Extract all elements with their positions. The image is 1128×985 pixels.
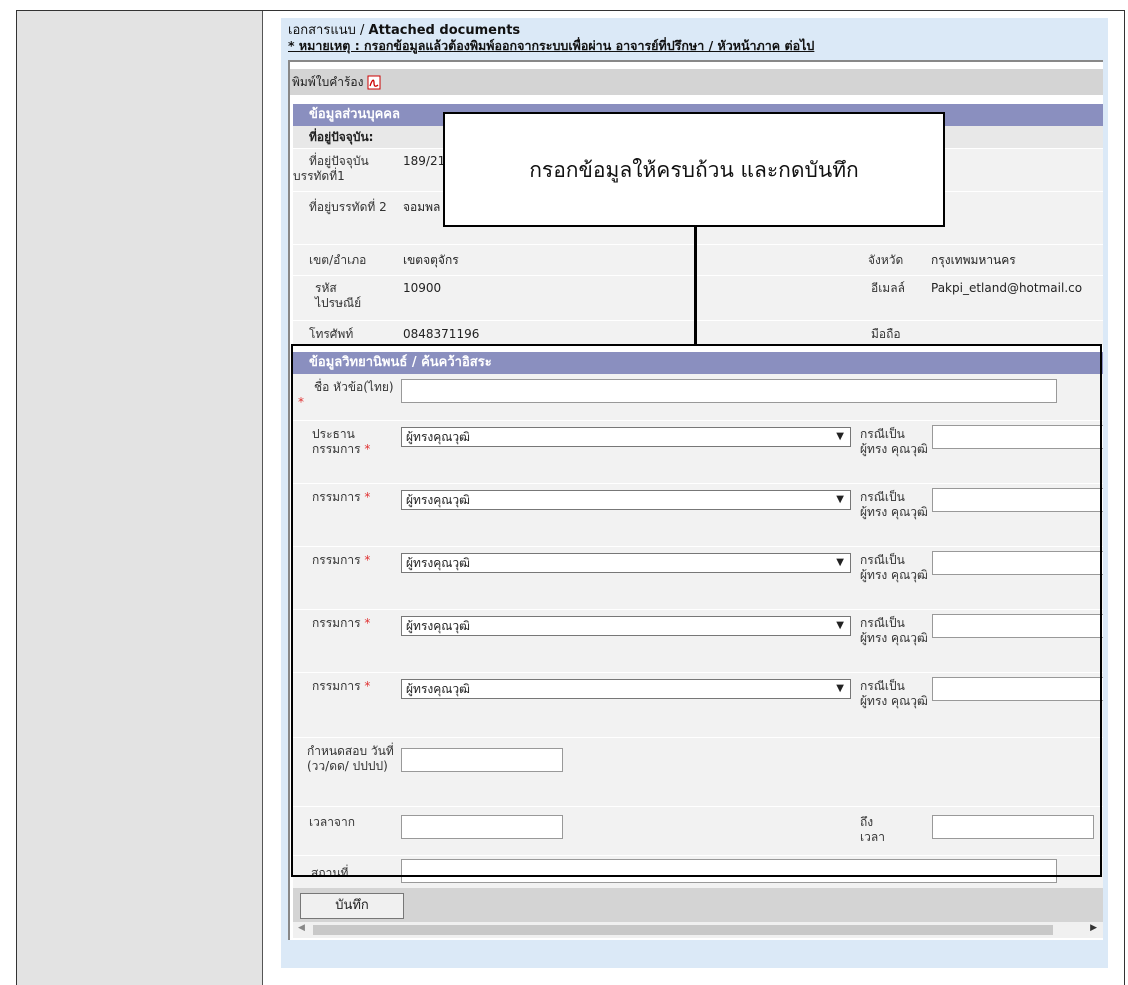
province-value: กรุงเทพมหานคร [931,253,1016,267]
scroll-left-arrow-icon[interactable]: ◀ [298,923,305,933]
action-bar: บันทึก [293,888,1103,922]
phone-row: โทรศัพท์ 0848371196 มือถือ [293,321,1103,345]
page-header: เอกสารแนบ / Attached documents * หมายเหต… [288,23,1108,53]
address2-label: ที่อยู่บรรทัดที่ 2 [309,200,387,214]
mobile-label: มือถือ [871,327,901,341]
address1-label: ที่อยู่ปัจจุบัน บรรทัดที่1 [293,154,369,183]
print-request-link[interactable]: พิมพ์ใบคำร้อง [292,73,363,92]
phone-value: 0848371196 [403,327,480,341]
sidebar-divider [262,11,263,985]
district-value: เขตจตุจักร [403,253,459,267]
save-button[interactable]: บันทึก [300,893,404,919]
thesis-highlight-box [291,344,1102,877]
scrollbar-thumb[interactable] [313,925,1053,935]
callout-connector [694,227,697,344]
province-label: จังหวัด [868,253,904,267]
postal-value: 10900 [403,281,442,295]
attached-documents-title: เอกสารแนบ / Attached documents [288,23,521,38]
left-sidebar [17,11,262,985]
district-row: เขต/อำเภอ เขตจตุจักร จังหวัด กรุงเทพมหาน… [293,245,1103,275]
email-value: Pakpi_etland@hotmail.co [931,281,1083,295]
address-heading: ที่อยู่ปัจจุบัน: [309,130,374,144]
postal-label: รหัส ไปรษณีย์ [315,281,362,310]
instruction-callout: กรอกข้อมูลให้ครบถ้วน และกดบันทึก [443,112,945,227]
postal-row: รหัส ไปรษณีย์ 10900 อีเมลล์ Pakpi_etland… [293,276,1103,320]
address2-value: จอมพล [403,200,441,214]
print-bar: พิมพ์ใบคำร้อง [290,69,1103,95]
district-label: เขต/อำเภอ [309,253,367,267]
address1-value: 189/21 [403,154,446,168]
phone-label: โทรศัพท์ [309,327,354,341]
email-label: อีเมลล์ [871,281,905,295]
pdf-icon[interactable] [367,75,381,90]
horizontal-scrollbar[interactable]: ◀ ▶ [293,922,1103,938]
scroll-right-arrow-icon[interactable]: ▶ [1090,923,1097,933]
note-text: * หมายเหตุ : กรอกข้อมูลแล้วต้องพิมพ์ออกจ… [288,38,815,53]
